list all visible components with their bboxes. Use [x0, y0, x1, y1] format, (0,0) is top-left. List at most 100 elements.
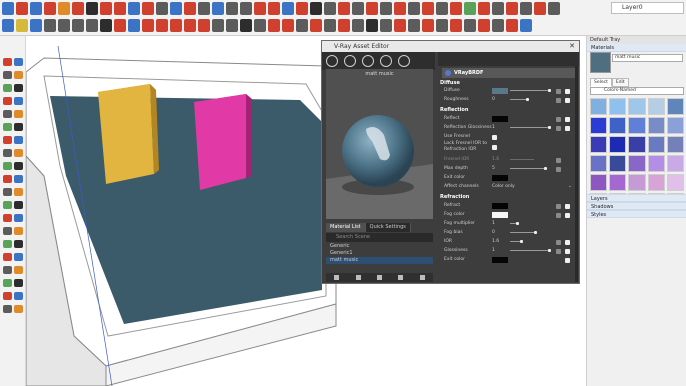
paint-tool-icon[interactable] [3, 240, 12, 248]
map-slot-icon[interactable] [556, 97, 561, 103]
material-swatch[interactable] [590, 174, 608, 191]
map-slot-icon[interactable] [556, 248, 561, 254]
monochrome-style-icon[interactable] [296, 19, 308, 32]
editor-titlebar[interactable]: V-Ray Asset Editor ✕ [322, 41, 579, 52]
orbit-icon[interactable] [198, 2, 210, 15]
map-slot-icon[interactable] [556, 203, 561, 209]
material-swatch[interactable] [628, 155, 646, 172]
pushpull-tool-icon[interactable] [3, 97, 12, 105]
offset-tool-icon[interactable] [142, 2, 154, 15]
vray-asset-editor-icon[interactable] [282, 2, 294, 15]
param-value[interactable]: 1.6 [492, 156, 499, 164]
zoomext-tool-icon[interactable] [3, 201, 12, 209]
vray-proxy-icon[interactable] [408, 2, 420, 15]
model-info-icon[interactable] [86, 19, 98, 32]
paint-bucket-icon[interactable] [30, 2, 42, 15]
3dtext-tool-icon[interactable] [14, 162, 23, 170]
back-view-icon[interactable] [184, 19, 196, 32]
param-value[interactable]: 0 [492, 96, 495, 104]
material-swatch[interactable] [647, 117, 665, 134]
section-diffuse[interactable]: Diffuse [440, 80, 460, 86]
xray-style-icon[interactable] [212, 19, 224, 32]
rectangle-tool-icon[interactable] [72, 2, 84, 15]
zoom-extents-icon[interactable] [240, 2, 252, 15]
eraser-tool-icon[interactable] [14, 58, 23, 66]
vray-render-icon[interactable] [254, 2, 266, 15]
iso-view-icon[interactable] [128, 19, 140, 32]
param-value[interactable]: 1.6 [492, 238, 499, 246]
pan-icon[interactable] [212, 2, 224, 15]
split-icon[interactable] [492, 19, 504, 32]
fog-tool-icon[interactable] [14, 292, 23, 300]
save-icon[interactable] [30, 19, 42, 32]
glossiness-slider[interactable] [510, 126, 551, 129]
enable-checkbox[interactable] [565, 239, 570, 245]
prev-tool-icon[interactable] [14, 201, 23, 209]
section-tool-icon[interactable] [14, 227, 23, 235]
arc-tool-icon[interactable] [14, 71, 23, 79]
new-file-icon[interactable] [2, 19, 14, 32]
material-swatch[interactable] [609, 98, 627, 115]
pie-tool-icon[interactable] [14, 266, 23, 274]
list-item[interactable]: Generic [326, 243, 433, 250]
reflect-color-swatch[interactable] [492, 116, 508, 122]
push-pull-icon[interactable] [86, 2, 98, 15]
material-swatch[interactable] [609, 136, 627, 153]
make-component-icon[interactable] [100, 19, 112, 32]
solid-tools-icon[interactable] [408, 19, 420, 32]
vray-about-icon[interactable] [520, 2, 532, 15]
shaded-texture-style-icon[interactable] [282, 19, 294, 32]
vray-interactive-icon[interactable] [268, 2, 280, 15]
rotate-tool-icon[interactable] [114, 2, 126, 15]
map-slot-icon[interactable] [556, 212, 561, 218]
geometry-category-icon[interactable] [362, 55, 374, 67]
orbit-tool-icon[interactable] [3, 175, 12, 183]
vray-plane-icon[interactable] [436, 2, 448, 15]
import-icon[interactable] [334, 275, 340, 280]
section-plane-icon[interactable] [310, 19, 322, 32]
list-item[interactable]: matt music [326, 257, 433, 264]
material-swatch[interactable] [628, 174, 646, 191]
map-slot-icon[interactable] [556, 166, 561, 172]
followme-tool-icon[interactable] [14, 123, 23, 131]
vray-help-icon[interactable] [506, 2, 518, 15]
zoom-tool-icon[interactable] [3, 188, 12, 196]
material-swatch[interactable] [647, 174, 665, 191]
component-tool-icon[interactable] [14, 240, 23, 248]
tab-material-list[interactable]: Material List [326, 223, 366, 232]
enable-checkbox[interactable] [565, 257, 570, 263]
protractor-tool-icon[interactable] [14, 136, 23, 144]
vray-frame-buffer-icon[interactable] [296, 2, 308, 15]
hidden-line-style-icon[interactable] [254, 19, 266, 32]
section-display-icon[interactable] [324, 19, 336, 32]
map-slot-icon[interactable] [556, 88, 561, 94]
vray-clipper-icon[interactable] [450, 2, 462, 15]
walk-tool-icon[interactable] [14, 214, 23, 222]
material-swatch[interactable] [590, 136, 608, 153]
vray-options-icon[interactable] [492, 2, 504, 15]
material-swatch[interactable] [609, 174, 627, 191]
affect-channels-select[interactable]: Color only [492, 183, 515, 191]
material-swatch[interactable] [647, 98, 665, 115]
map-slot-icon[interactable] [556, 157, 561, 163]
intersect-icon[interactable] [436, 19, 448, 32]
material-swatch[interactable] [590, 155, 608, 172]
position-tool-icon[interactable] [3, 214, 12, 222]
materials-section-header[interactable]: Materials [587, 44, 686, 52]
trim-icon[interactable] [478, 19, 490, 32]
exit-color-swatch[interactable] [492, 175, 508, 181]
delete-icon[interactable] [398, 275, 404, 280]
tape-tool-icon[interactable] [3, 136, 12, 144]
section-refraction[interactable]: Refraction [440, 194, 469, 200]
search-input[interactable]: Search Scene [326, 233, 433, 242]
vray-batch-icon[interactable] [534, 2, 546, 15]
material-swatch[interactable] [628, 136, 646, 153]
params-scrollbar[interactable] [575, 66, 578, 282]
enable-checkbox[interactable] [565, 116, 570, 122]
lock-fresnel-checkbox[interactable] [492, 145, 497, 150]
dimension-tool-icon[interactable] [3, 162, 12, 170]
vray-dome-light-icon[interactable] [380, 2, 392, 15]
polygon-tool-icon[interactable] [14, 253, 23, 261]
fog-color-swatch[interactable] [492, 212, 508, 218]
top-view-icon[interactable] [142, 19, 154, 32]
